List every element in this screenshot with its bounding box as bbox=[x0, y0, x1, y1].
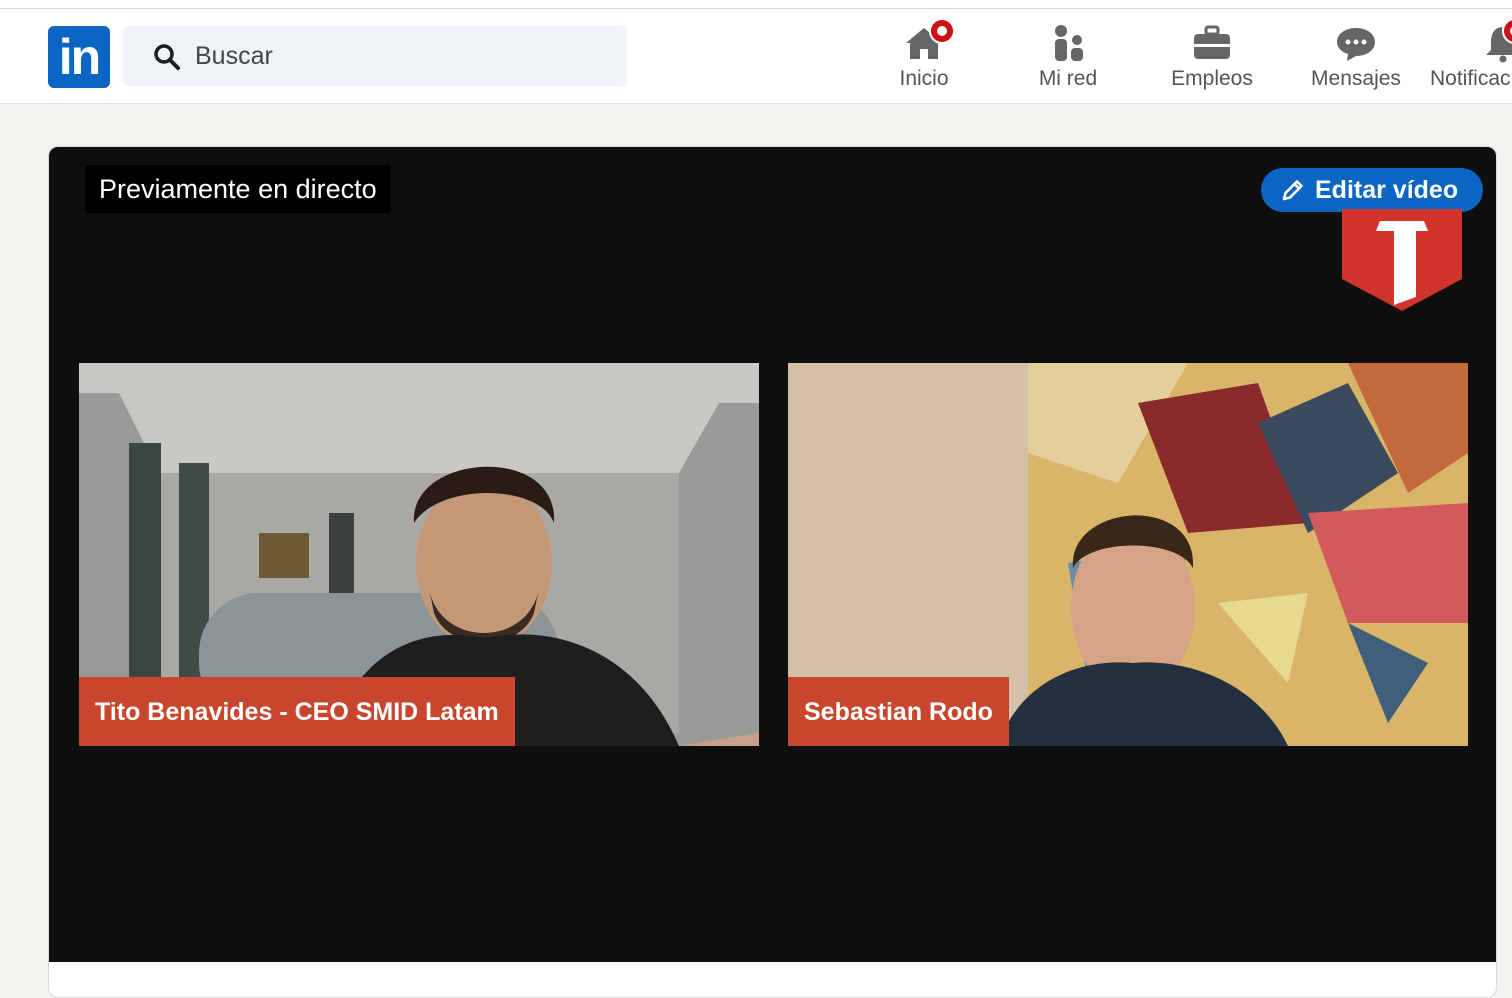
video-player[interactable]: Previamente en directo Editar vídeo Tito… bbox=[49, 147, 1496, 962]
nav-item-inicio[interactable]: Inicio bbox=[854, 9, 994, 104]
nav-item-empleos[interactable]: Empleos bbox=[1142, 9, 1282, 104]
briefcase-icon bbox=[1194, 25, 1230, 59]
participant-video-2[interactable]: Sebastian Rodo bbox=[788, 363, 1468, 746]
window-top-edge bbox=[0, 0, 1512, 9]
nav-item-mi-red[interactable]: Mi red bbox=[998, 9, 1138, 104]
live-video-card: Previamente en directo Editar vídeo Tito… bbox=[48, 146, 1497, 998]
nav-item-label: Mensajes bbox=[1311, 67, 1401, 90]
previously-live-label: Previamente en directo bbox=[85, 165, 391, 213]
messaging-icon bbox=[1337, 28, 1375, 61]
nav-item-label: Notificac bbox=[1430, 67, 1511, 90]
broadcaster-shield-logo bbox=[1342, 209, 1462, 311]
notification-badge bbox=[929, 18, 955, 44]
nav-item-mensajes[interactable]: Mensajes bbox=[1286, 9, 1426, 104]
participant-name-tag: Sebastian Rodo bbox=[788, 677, 1009, 746]
edit-video-button[interactable]: Editar vídeo bbox=[1261, 168, 1483, 212]
search-icon bbox=[154, 44, 180, 70]
network-icon bbox=[1055, 25, 1083, 61]
pencil-icon bbox=[1282, 180, 1303, 201]
linkedin-logo[interactable]: in bbox=[48, 26, 110, 88]
global-navbar: in Inicio Mi red Empleos bbox=[0, 9, 1512, 104]
search-box[interactable] bbox=[123, 26, 627, 86]
participant-video-1[interactable]: Tito Benavides - CEO SMID Latam bbox=[79, 363, 759, 746]
nav-item-notificaciones[interactable]: Notificac bbox=[1430, 9, 1512, 104]
nav-item-label: Empleos bbox=[1171, 67, 1253, 90]
participant-name-tag: Tito Benavides - CEO SMID Latam bbox=[79, 677, 515, 746]
nav-item-label: Mi red bbox=[1038, 67, 1098, 90]
search-input[interactable] bbox=[195, 26, 615, 86]
nav-item-label: Inicio bbox=[899, 67, 949, 90]
edit-video-label: Editar vídeo bbox=[1315, 176, 1459, 204]
